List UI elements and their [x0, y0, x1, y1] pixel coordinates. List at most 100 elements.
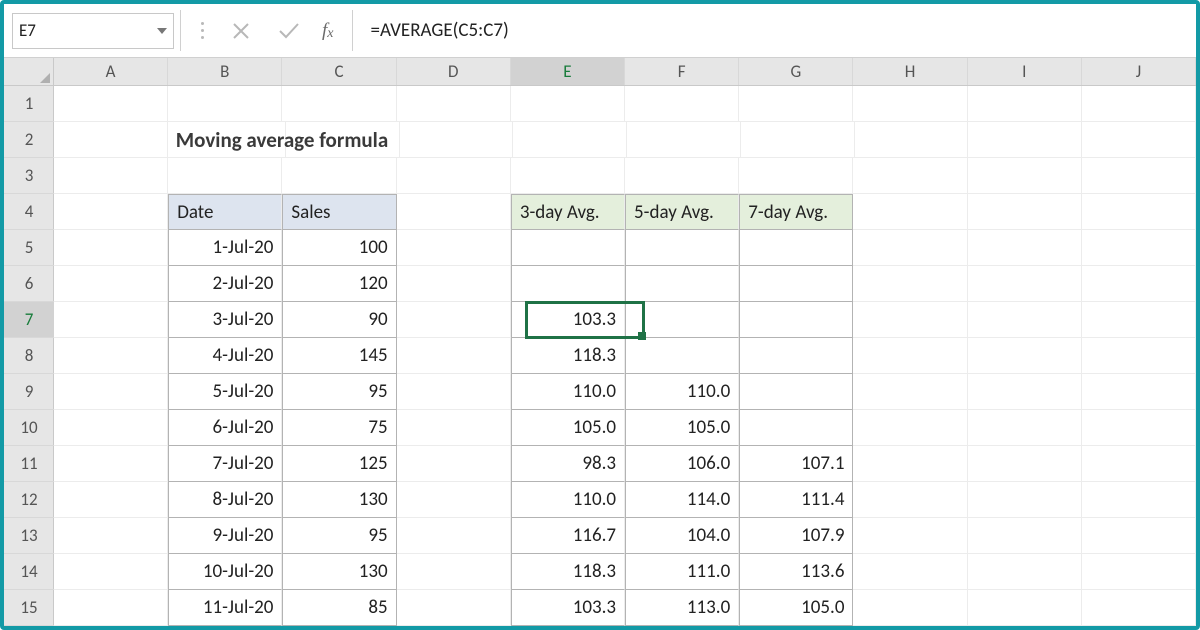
cell-3day[interactable]: 103.3	[511, 590, 625, 626]
cell-3day[interactable]: 98.3	[511, 446, 625, 482]
cell-date[interactable]: 6-Jul-20	[168, 410, 282, 446]
row-header[interactable]: 8	[4, 338, 54, 374]
cell[interactable]	[968, 86, 1082, 122]
cell[interactable]	[853, 338, 967, 374]
cell-3day[interactable]: 110.0	[511, 482, 625, 518]
chevron-down-icon[interactable]	[157, 28, 167, 34]
cell[interactable]	[1082, 266, 1196, 302]
cell[interactable]	[1082, 194, 1196, 230]
cell-3day[interactable]: 116.7	[511, 518, 625, 554]
row-header[interactable]: 13	[4, 518, 54, 554]
cell[interactable]	[968, 446, 1082, 482]
cells-area[interactable]: Moving average formula DateSales 3-day Avg…	[54, 86, 1196, 626]
column-header[interactable]: H	[853, 58, 967, 85]
header-date[interactable]: Date	[168, 194, 282, 230]
header-sales[interactable]: Sales	[282, 194, 396, 230]
cell[interactable]	[1082, 590, 1196, 626]
cell-5day[interactable]	[625, 230, 739, 266]
cell-date[interactable]: 10-Jul-20	[168, 554, 282, 590]
row-header[interactable]: 4	[4, 194, 54, 230]
row-header[interactable]: 9	[4, 374, 54, 410]
cell-7day[interactable]	[739, 266, 853, 302]
name-box[interactable]: E7	[12, 13, 174, 49]
cell[interactable]	[511, 86, 625, 122]
cell-sales[interactable]: 95	[282, 518, 396, 554]
cell[interactable]	[397, 302, 511, 338]
fx-icon[interactable]: fx	[322, 4, 352, 57]
cell[interactable]	[513, 122, 627, 158]
page-title[interactable]: Moving average formula	[168, 122, 286, 158]
cell[interactable]	[1082, 446, 1196, 482]
cell[interactable]	[54, 410, 168, 446]
cell[interactable]	[853, 410, 967, 446]
column-header[interactable]: C	[282, 58, 396, 85]
cell[interactable]	[397, 518, 511, 554]
cell-5day[interactable]: 106.0	[625, 446, 739, 482]
cell-5day[interactable]: 113.0	[625, 590, 739, 626]
cell-7day[interactable]: 107.1	[739, 446, 853, 482]
cell-5day[interactable]: 104.0	[625, 518, 739, 554]
cell[interactable]	[968, 158, 1082, 194]
row-header[interactable]: 3	[4, 158, 54, 194]
cell[interactable]	[511, 158, 625, 194]
cell-sales[interactable]: 90	[282, 302, 396, 338]
cell[interactable]	[282, 158, 396, 194]
cell-3day[interactable]: 118.3	[511, 554, 625, 590]
cell[interactable]	[853, 266, 967, 302]
cell[interactable]	[397, 338, 511, 374]
cell[interactable]	[1082, 86, 1196, 122]
select-all-corner[interactable]	[4, 58, 54, 86]
cell-date[interactable]: 8-Jul-20	[168, 482, 282, 518]
cell-7day[interactable]: 105.0	[739, 590, 853, 626]
column-header[interactable]: B	[168, 58, 282, 85]
cell[interactable]	[397, 410, 511, 446]
cell[interactable]	[968, 590, 1082, 626]
cell[interactable]	[625, 158, 739, 194]
cell[interactable]	[968, 230, 1082, 266]
cell[interactable]	[853, 158, 967, 194]
cell[interactable]	[1082, 338, 1196, 374]
cell-sales[interactable]: 100	[282, 230, 396, 266]
row-header[interactable]: 14	[4, 554, 54, 590]
row-header[interactable]: 6	[4, 266, 54, 302]
row-header[interactable]: 12	[4, 482, 54, 518]
cell[interactable]	[853, 554, 967, 590]
column-header[interactable]: G	[739, 58, 853, 85]
cell[interactable]	[397, 194, 511, 230]
cell-date[interactable]: 11-Jul-20	[168, 590, 282, 626]
row-header[interactable]: 15	[4, 590, 54, 626]
cell[interactable]	[54, 194, 168, 230]
cell-3day[interactable]: 103.3	[511, 302, 625, 338]
cell[interactable]	[1082, 410, 1196, 446]
cell-5day[interactable]	[625, 266, 739, 302]
cell[interactable]	[853, 86, 967, 122]
cell-3day[interactable]	[511, 230, 625, 266]
cell[interactable]	[54, 590, 168, 626]
column-header[interactable]: F	[625, 58, 739, 85]
cell[interactable]	[397, 266, 511, 302]
enter-check-icon[interactable]	[278, 22, 300, 40]
cell[interactable]	[625, 86, 739, 122]
cell[interactable]	[1082, 554, 1196, 590]
cell[interactable]	[54, 86, 168, 122]
cell[interactable]	[853, 446, 967, 482]
cell[interactable]	[54, 230, 168, 266]
cell-date[interactable]: 7-Jul-20	[168, 446, 282, 482]
row-header[interactable]: 10	[4, 410, 54, 446]
cell[interactable]	[1082, 482, 1196, 518]
cell-7day[interactable]	[739, 302, 853, 338]
cell[interactable]	[853, 590, 967, 626]
cell-7day[interactable]: 113.6	[739, 554, 853, 590]
cell[interactable]	[54, 482, 168, 518]
cell-5day[interactable]	[625, 302, 739, 338]
cell[interactable]	[54, 158, 168, 194]
cell-5day[interactable]	[625, 338, 739, 374]
cell[interactable]	[54, 446, 168, 482]
cell-3day[interactable]: 118.3	[511, 338, 625, 374]
header-3day[interactable]: 3-day Avg.	[511, 194, 625, 230]
cell-sales[interactable]: 130	[282, 554, 396, 590]
cancel-icon[interactable]	[232, 22, 250, 40]
cell-7day[interactable]	[739, 374, 853, 410]
column-header[interactable]: A	[54, 58, 168, 85]
cell[interactable]	[968, 374, 1082, 410]
